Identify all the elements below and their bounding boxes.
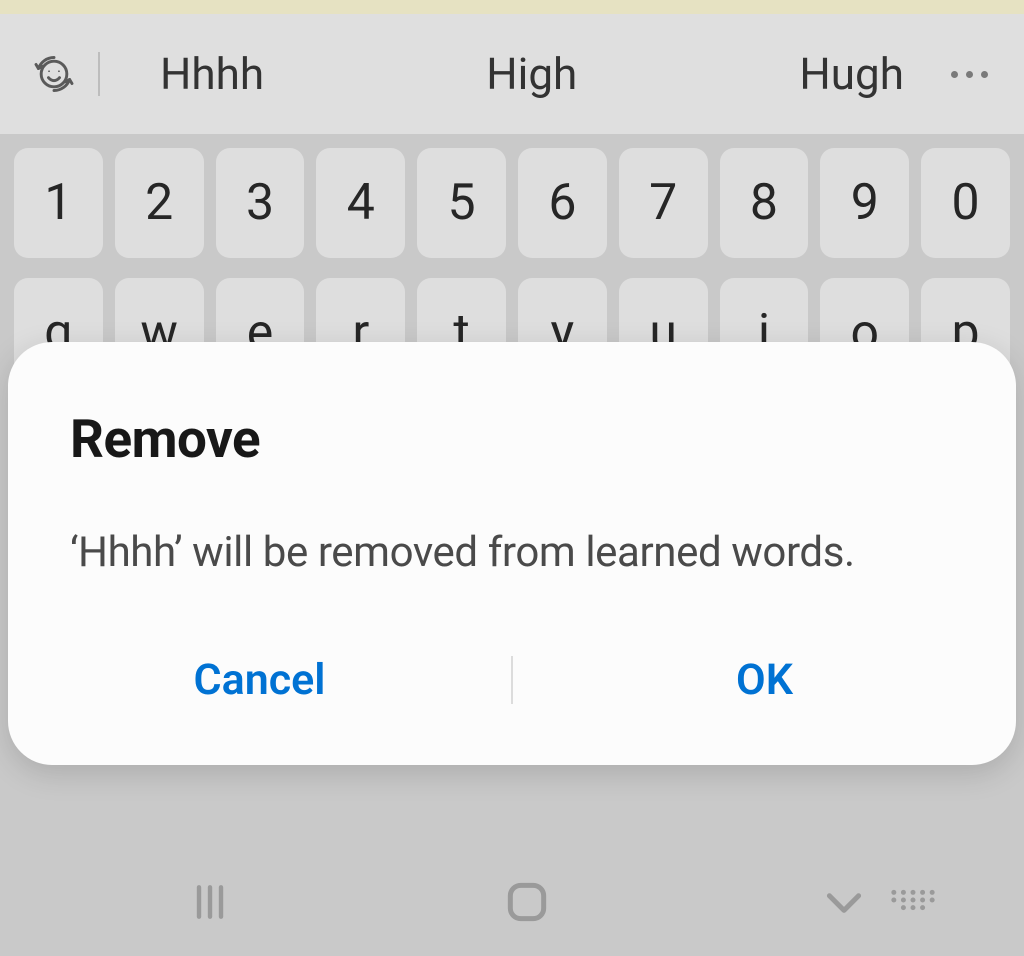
dialog-overlay: Remove ‘Hhhh’ will be removed from learn…	[0, 0, 1024, 956]
remove-dialog: Remove ‘Hhhh’ will be removed from learn…	[8, 342, 1016, 765]
cancel-button[interactable]: Cancel	[8, 651, 511, 709]
home-icon[interactable]	[497, 877, 557, 927]
nav-bar	[0, 848, 1024, 956]
dialog-actions: Cancel OK	[8, 651, 1016, 765]
back-icon[interactable]	[814, 877, 874, 927]
ok-button[interactable]: OK	[513, 651, 1016, 709]
keyboard-toggle-icon[interactable]	[890, 888, 936, 916]
dialog-body: ‘Hhhh’ will be removed from learned word…	[8, 470, 1016, 651]
recents-icon[interactable]	[180, 880, 240, 924]
dialog-title: Remove	[8, 408, 1016, 470]
screen: Hhhh High Hugh 1 2 3 4 5 6 7 8 9 0 q w e…	[0, 0, 1024, 956]
